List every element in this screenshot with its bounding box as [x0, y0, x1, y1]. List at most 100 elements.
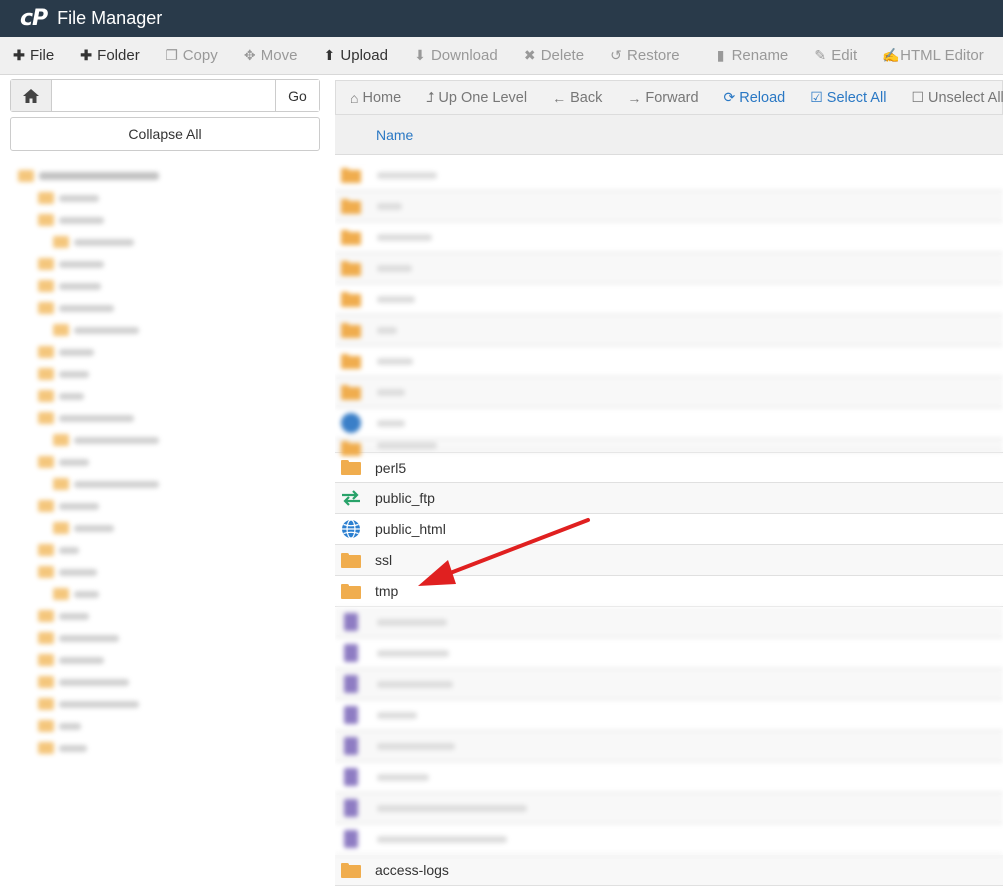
folder-icon: [18, 170, 34, 182]
tree-item[interactable]: [18, 385, 298, 407]
tree-item[interactable]: [18, 649, 298, 671]
tree-item[interactable]: [18, 165, 298, 187]
path-input[interactable]: [52, 80, 275, 111]
blurred-name: [377, 742, 455, 750]
restore-button[interactable]: ↺ Restore: [609, 47, 680, 64]
rename-button[interactable]: ▮ Rename: [714, 47, 789, 64]
tree-item[interactable]: [18, 495, 298, 517]
file-row[interactable]: [335, 408, 1003, 439]
file-row[interactable]: [335, 731, 1003, 762]
folder-icon: [341, 229, 361, 245]
upload-button[interactable]: ⬆ Upload: [322, 47, 388, 64]
download-button[interactable]: ⬇ Download: [413, 47, 498, 64]
file-row[interactable]: [335, 793, 1003, 824]
tree-item[interactable]: [18, 693, 298, 715]
folder-icon: [341, 862, 361, 878]
collapse-all-button[interactable]: Collapse All: [10, 117, 320, 151]
tree-item[interactable]: [18, 319, 298, 341]
copy-button[interactable]: ❐ Copy: [165, 47, 217, 64]
move-button[interactable]: ✥ Move: [243, 47, 298, 64]
folder-icon: [38, 368, 54, 380]
folder-icon: [38, 610, 54, 622]
file-row[interactable]: [335, 253, 1003, 284]
tree-item[interactable]: [18, 451, 298, 473]
file-row-access-logs[interactable]: access-logs: [335, 855, 1003, 886]
file-icon: [344, 737, 358, 755]
tree-item[interactable]: [18, 429, 298, 451]
file-name: ssl: [375, 552, 393, 568]
arrow-left-icon: ←: [552, 89, 567, 106]
tree-item[interactable]: [18, 737, 298, 759]
tree-item[interactable]: [18, 561, 298, 583]
tree-item[interactable]: [18, 187, 298, 209]
folder-icon: [341, 552, 361, 568]
file-row[interactable]: [335, 824, 1003, 855]
back-button[interactable]: ← Back: [552, 90, 602, 106]
blurred-name: [377, 680, 453, 688]
tree-item[interactable]: [18, 297, 298, 319]
new-folder-label: Folder: [97, 47, 140, 64]
tree-item[interactable]: [18, 517, 298, 539]
file-row[interactable]: [335, 222, 1003, 253]
folder-icon: [53, 236, 69, 248]
folder-icon: [38, 654, 54, 666]
tree-item[interactable]: [18, 363, 298, 385]
tree-item[interactable]: [18, 627, 298, 649]
file-row[interactable]: [335, 762, 1003, 793]
home-path-button[interactable]: [11, 80, 52, 111]
go-button[interactable]: Go: [275, 80, 319, 111]
reload-button[interactable]: ⟳ Reload: [724, 89, 786, 106]
new-folder-button[interactable]: ✚ Folder: [79, 47, 140, 64]
tree-item[interactable]: [18, 275, 298, 297]
file-row[interactable]: [335, 284, 1003, 315]
cpanel-logo[interactable]: cP: [20, 6, 48, 31]
select-all-button[interactable]: ☑ Select All: [810, 89, 886, 106]
tree-item[interactable]: [18, 671, 298, 693]
tree-item[interactable]: [18, 583, 298, 605]
name-column-header[interactable]: Name: [376, 127, 413, 143]
tree-item[interactable]: [18, 605, 298, 627]
globe-icon: [341, 413, 361, 433]
html-editor-button[interactable]: ✍ HTML Editor: [882, 47, 984, 64]
file-row[interactable]: [335, 346, 1003, 377]
file-row[interactable]: [335, 315, 1003, 346]
tree-item[interactable]: [18, 715, 298, 737]
file-icon: [344, 799, 358, 817]
tree-item[interactable]: [18, 473, 298, 495]
file-row[interactable]: [335, 377, 1003, 408]
file-list-panel: ⌂ Home ⮥ Up One Level ← Back → Forward ⟳ Relo…: [335, 75, 1003, 890]
up-one-level-button[interactable]: ⮥ Up One Level: [426, 89, 527, 106]
folder-icon: [38, 566, 54, 578]
folder-icon: [38, 456, 54, 468]
file-row-perl5[interactable]: perl5: [335, 452, 1003, 483]
file-icon: [344, 830, 358, 848]
file-row-public-html[interactable]: public_html: [335, 514, 1003, 545]
forward-button[interactable]: → Forward: [627, 90, 698, 106]
unselect-all-button[interactable]: ☐ Unselect All: [911, 89, 1003, 106]
file-row-public-ftp[interactable]: public_ftp: [335, 483, 1003, 514]
download-icon: ⬇: [414, 47, 426, 63]
file-row[interactable]: [335, 191, 1003, 222]
file-row[interactable]: [335, 638, 1003, 669]
tree-item[interactable]: [18, 209, 298, 231]
delete-button[interactable]: ✖ Delete: [523, 47, 584, 64]
new-file-button[interactable]: ✚ File: [12, 47, 54, 64]
blurred-name: [377, 326, 397, 334]
file-row-ssl[interactable]: ssl: [335, 545, 1003, 576]
file-row[interactable]: [335, 669, 1003, 700]
file-row[interactable]: [335, 160, 1003, 191]
folder-icon: [38, 390, 54, 402]
tree-item[interactable]: [18, 407, 298, 429]
restore-label: Restore: [627, 47, 680, 64]
file-row[interactable]: [335, 439, 1003, 456]
folder-icon: [53, 522, 69, 534]
tree-item[interactable]: [18, 539, 298, 561]
file-row[interactable]: [335, 607, 1003, 638]
edit-button[interactable]: ✎ Edit: [813, 47, 857, 64]
file-row-tmp[interactable]: tmp: [335, 576, 1003, 607]
tree-item[interactable]: [18, 341, 298, 363]
home-button[interactable]: ⌂ Home: [350, 90, 401, 106]
tree-item[interactable]: [18, 231, 298, 253]
file-row[interactable]: [335, 700, 1003, 731]
tree-item[interactable]: [18, 253, 298, 275]
